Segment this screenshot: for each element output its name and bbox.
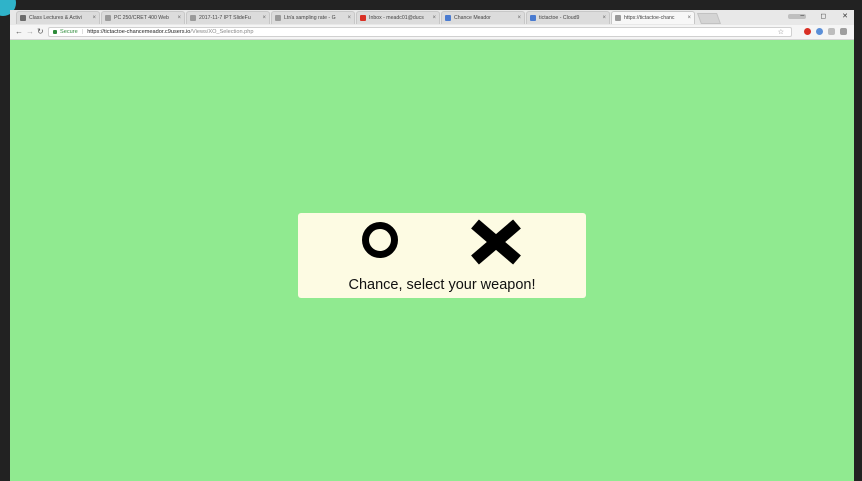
lock-icon (53, 30, 57, 34)
browser-tab[interactable]: Chance Meador × (441, 11, 525, 24)
forward-arrow-icon[interactable]: → (26, 27, 34, 36)
tab-close-icon[interactable]: × (347, 15, 351, 21)
url-path: /Views/XO_Selection.php (190, 29, 254, 35)
tab-title: Class Lectures & Activi (29, 15, 82, 21)
address-bar[interactable]: Secure | https://tictactoe-chancemeador.… (48, 27, 792, 37)
close-window-button[interactable]: ✕ (842, 12, 848, 20)
browser-window: Class Lectures & Activi × PC 250/CRET 400 … (10, 10, 854, 481)
weapon-x-option[interactable] (468, 219, 524, 265)
extension-icon-2[interactable] (828, 28, 835, 35)
tab-close-icon[interactable]: × (92, 15, 96, 21)
tab-title: 2017-11-7 IPT SlideFu (199, 15, 251, 21)
tab-favicon-icon (615, 15, 621, 21)
tab-favicon-icon (20, 15, 26, 21)
tab-favicon-icon (360, 15, 366, 21)
maximize-button[interactable]: ◻ (820, 12, 826, 20)
browser-tab[interactable]: https://tictactoe-chanc × (611, 11, 695, 24)
url-host: https://tictactoe-chancemeador.c9users.i… (87, 29, 191, 35)
tab-close-icon[interactable]: × (432, 15, 436, 21)
secure-label: Secure (60, 29, 78, 35)
browser-tab[interactable]: Class Lectures & Activi × (16, 11, 100, 24)
tab-close-icon[interactable]: × (517, 15, 521, 21)
new-tab-button[interactable] (696, 13, 722, 24)
tab-title: Inbox - meadc01@ducs (369, 15, 424, 21)
tab-favicon-icon (190, 15, 196, 21)
reload-icon[interactable]: ↻ (37, 27, 44, 36)
adblock-extension-icon[interactable] (804, 28, 811, 35)
address-toolbar: ← → ↻ Secure | https://tictactoe-chancem… (10, 25, 854, 40)
tab-title: https://tictactoe-chanc (624, 15, 675, 21)
browser-tab[interactable]: PC 250/CRET 400 Web × (101, 11, 185, 24)
tab-title: tictactoe - Cloud9 (539, 15, 580, 21)
extension-icon[interactable] (816, 28, 823, 35)
address-separator: | (81, 29, 84, 35)
minimize-button[interactable]: – (800, 12, 804, 20)
window-controls: – ◻ ✕ (800, 12, 848, 20)
browser-tab[interactable]: tictactoe - Cloud9 × (526, 11, 610, 24)
browser-tab[interactable]: 2017-11-7 IPT SlideFu × (186, 11, 270, 24)
tab-title: Ltr/a sampling rate - G (284, 15, 336, 21)
tab-strip: Class Lectures & Activi × PC 250/CRET 400 … (10, 10, 854, 26)
tab-close-icon[interactable]: × (687, 15, 691, 21)
bookmark-star-icon[interactable]: ☆ (778, 28, 784, 38)
tab-favicon-icon (275, 15, 281, 21)
tab-close-icon[interactable]: × (602, 15, 606, 21)
weapon-prompt-text: Chance, select your weapon! (348, 277, 536, 293)
tab-title: PC 250/CRET 400 Web (114, 15, 169, 21)
tab-favicon-icon (530, 15, 536, 21)
tab-close-icon[interactable]: × (262, 15, 266, 21)
weapon-o-option[interactable] (362, 222, 398, 258)
menu-icon[interactable] (840, 28, 847, 35)
browser-tab[interactable]: Ltr/a sampling rate - G × (271, 11, 355, 24)
tab-favicon-icon (445, 15, 451, 21)
back-arrow-icon[interactable]: ← (15, 27, 23, 36)
tab-close-icon[interactable]: × (177, 15, 181, 21)
weapon-selection-card: Chance, select your weapon! (298, 213, 586, 298)
tab-title: Chance Meador (454, 15, 491, 21)
tab-favicon-icon (105, 15, 111, 21)
browser-tab[interactable]: Inbox - meadc01@ducs × (356, 11, 440, 24)
page-content: Chance, select your weapon! (10, 40, 854, 481)
tab-list: Class Lectures & Activi × PC 250/CRET 400 … (16, 11, 722, 25)
